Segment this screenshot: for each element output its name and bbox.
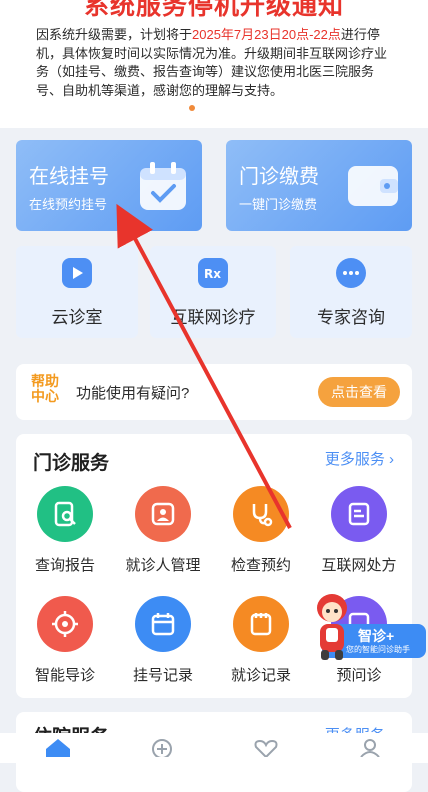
notice-panel: 系统服务停机升级通知 因系统升级需要，计划将于2025年7月23日20点-22点…: [0, 0, 428, 128]
video-icon: [62, 258, 92, 288]
service-label: 查询报告: [34, 557, 95, 574]
service-registration-records[interactable]: 挂号记录: [118, 596, 208, 685]
bottom-nav: [0, 733, 428, 763]
notice-highlight: 2025年7月23日20点-22点: [192, 27, 341, 42]
target-icon: [37, 596, 93, 652]
calendar-check-icon: [140, 162, 186, 210]
patient-card-icon: [135, 486, 191, 542]
online-registration-subtitle: 在线预约挂号: [29, 197, 108, 212]
expert-consult-tile[interactable]: 专家咨询: [290, 246, 412, 338]
service-exam-appointment[interactable]: 检查预约: [216, 486, 306, 575]
prescription-icon: [331, 486, 387, 542]
calendar-icon: [135, 596, 191, 652]
outpatient-payment-card[interactable]: 门诊缴费 一键门诊缴费: [226, 140, 412, 231]
service-smart-guide[interactable]: 智能导诊: [20, 596, 110, 685]
service-label: 检查预约: [230, 557, 291, 574]
internet-diagnosis-tile[interactable]: Rx 互联网诊疗: [150, 246, 276, 338]
carousel-dot[interactable]: [189, 105, 195, 111]
service-label: 智能导诊: [34, 667, 95, 684]
notice-text-prefix: 因系统升级需要，计划将于: [36, 27, 193, 42]
heart-icon[interactable]: [252, 737, 280, 757]
notice-title: 系统服务停机升级通知: [83, 0, 344, 20]
service-patient-management[interactable]: 就诊人管理: [118, 486, 208, 575]
online-registration-title: 在线挂号: [29, 166, 109, 188]
help-view-button[interactable]: 点击查看: [318, 377, 400, 407]
stethoscope-icon: [233, 486, 289, 542]
assistant-mascot-icon: [317, 594, 347, 660]
record-icon: [233, 596, 289, 652]
rx-icon: Rx: [198, 258, 228, 288]
help-center-logo: 帮助 中心: [28, 374, 62, 410]
notice-body: 因系统升级需要，计划将于2025年7月23日20点-22点进行停机，具体恢复时间…: [36, 26, 396, 100]
service-query-report[interactable]: 查询报告: [20, 486, 110, 575]
service-internet-prescription[interactable]: 互联网处方: [314, 486, 404, 575]
online-registration-card[interactable]: 在线挂号 在线预约挂号: [16, 140, 202, 231]
wallet-icon: [348, 166, 398, 206]
svg-text:Rx: Rx: [204, 267, 221, 281]
chat-icon: [336, 258, 366, 288]
report-search-icon: [37, 486, 93, 542]
service-label: 互联网处方: [321, 557, 397, 574]
profile-icon[interactable]: [356, 737, 384, 757]
expert-consult-label: 专家咨询: [317, 308, 385, 327]
internet-diagnosis-label: 互联网诊疗: [170, 308, 256, 327]
outpatient-payment-title: 门诊缴费: [239, 166, 319, 188]
service-label: 挂号记录: [132, 667, 193, 684]
medical-cross-icon[interactable]: [148, 737, 176, 757]
assistant-title: 智诊+: [358, 628, 395, 644]
help-logo-line1: 帮助: [31, 373, 59, 389]
service-visit-records[interactable]: 就诊记录: [216, 596, 306, 685]
cloud-clinic-label: 云诊室: [51, 308, 103, 327]
service-label: 就诊人管理: [125, 557, 201, 574]
smart-assistant-float[interactable]: 智诊+ 您的智能问诊助手: [312, 584, 426, 674]
outpatient-payment-subtitle: 一键门诊缴费: [239, 197, 318, 212]
help-center-bar[interactable]: 帮助 中心 功能使用有疑问? 点击查看: [16, 364, 412, 420]
home-icon[interactable]: [44, 737, 72, 757]
help-question: 功能使用有疑问?: [76, 385, 190, 402]
service-label: 就诊记录: [230, 667, 291, 684]
assistant-subtitle: 您的智能问诊助手: [346, 645, 410, 654]
help-logo-line2: 中心: [31, 388, 59, 404]
cloud-clinic-tile[interactable]: 云诊室: [16, 246, 138, 338]
outpatient-services-title: 门诊服务: [33, 453, 110, 474]
outpatient-more-link[interactable]: 更多服务 ›: [325, 448, 394, 469]
